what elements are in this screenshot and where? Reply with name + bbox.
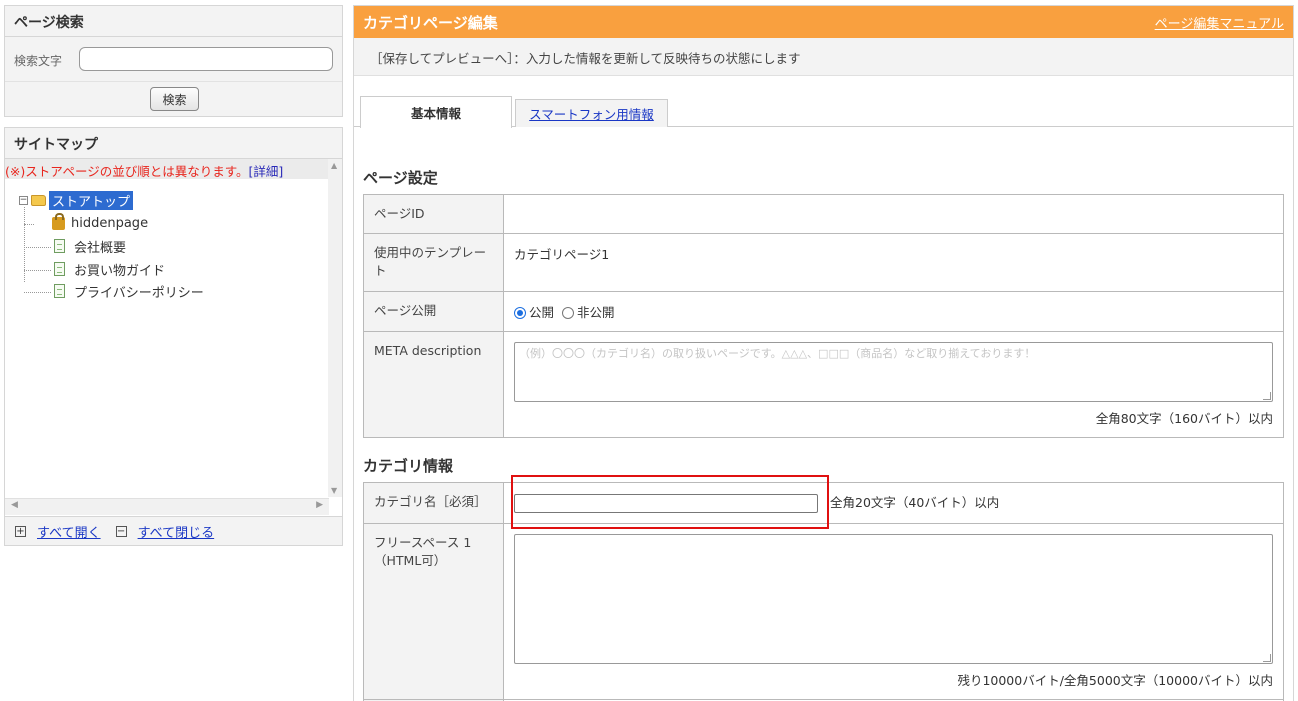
free-space-label-line1: フリースペース 1 bbox=[374, 535, 472, 550]
expand-all-link[interactable]: すべて開く bbox=[37, 522, 101, 541]
page-search-title: ページ検索 bbox=[5, 6, 342, 37]
tree-horizontal-scrollbar[interactable]: ◀ ▶ bbox=[5, 498, 329, 515]
page-icon bbox=[54, 262, 65, 276]
tab-bar: 基本情報 スマートフォン用情報 bbox=[354, 96, 1293, 128]
page-id-value bbox=[503, 194, 1284, 234]
page-settings-heading: ページ設定 bbox=[363, 169, 438, 187]
collapse-all-icon[interactable]: − bbox=[115, 525, 127, 537]
meta-placeholder: （例）〇〇〇（カテゴリ名）の取り扱いページです。△△△、□□□（商品名）など取り… bbox=[519, 347, 1036, 360]
page-icon bbox=[54, 284, 65, 298]
sitemap-detail-link[interactable]: [詳細] bbox=[248, 164, 283, 179]
page-title: カテゴリページ編集 bbox=[363, 13, 498, 32]
row-publish: ページ公開 公開 非公開 bbox=[363, 291, 1284, 332]
scroll-left-icon[interactable]: ◀ bbox=[11, 500, 18, 510]
page-settings-table: ページID 使用中のテンプレート カテゴリページ1 ページ公開 公開 非公開 M… bbox=[363, 194, 1284, 438]
tree-vertical-scrollbar[interactable]: ▲ ▼ bbox=[328, 159, 342, 497]
sitemap-panel: サイトマップ (※)ストアページの並び順とは異なります。[詳細] − ストアトッ… bbox=[4, 127, 343, 546]
publish-off-radio[interactable] bbox=[561, 307, 574, 319]
meta-cell: （例）〇〇〇（カテゴリ名）の取り扱いページです。△△△、□□□（商品名）など取り… bbox=[503, 331, 1284, 438]
page-search-panel: ページ検索 検索文字 検索 bbox=[4, 5, 343, 117]
page-id-label: ページID bbox=[363, 194, 504, 234]
tree-actions: + すべて開く − すべて閉じる bbox=[5, 516, 342, 545]
page-icon bbox=[54, 239, 65, 253]
sitemap-title: サイトマップ bbox=[5, 128, 342, 159]
scroll-right-icon[interactable]: ▶ bbox=[316, 500, 323, 510]
tab-smartphone-info[interactable]: スマートフォン用情報 bbox=[515, 99, 668, 127]
scroll-down-icon[interactable]: ▼ bbox=[331, 486, 337, 495]
expand-all-icon[interactable]: + bbox=[15, 525, 26, 537]
free-space-cell: 残り10000バイト/全角5000文字（10000バイト）以内 bbox=[503, 523, 1284, 700]
template-value: カテゴリページ1 bbox=[503, 233, 1284, 292]
free-space-label-line2: （HTML可） bbox=[374, 553, 447, 568]
category-info-heading: カテゴリ情報 bbox=[363, 457, 454, 475]
collapse-all-link[interactable]: すべて閉じる bbox=[138, 522, 215, 541]
meta-hint: 全角80文字（160バイト）以内 bbox=[1095, 411, 1273, 426]
sitemap-note-text: (※)ストアページの並び順とは異なります。 bbox=[5, 164, 249, 179]
tree-label: 会社概要 bbox=[74, 240, 127, 256]
manual-link[interactable]: ページ編集マニュアル bbox=[1155, 13, 1284, 32]
tree-item-guide[interactable]: お買い物ガイド bbox=[54, 259, 165, 279]
sitemap-tree: − ストアトップ hiddenpage 会社概要 お買い物ガイド プライバシーポ… bbox=[5, 179, 327, 501]
free-space-hint: 残り10000バイト/全角5000文字（10000バイト）以内 bbox=[957, 673, 1273, 688]
meta-description-textarea[interactable]: （例）〇〇〇（カテゴリ名）の取り扱いページです。△△△、□□□（商品名）など取り… bbox=[514, 342, 1273, 402]
category-name-hint: 全角20文字（40バイト）以内 bbox=[830, 495, 1000, 510]
publish-options: 公開 非公開 bbox=[503, 291, 1284, 332]
row-template: 使用中のテンプレート カテゴリページ1 bbox=[363, 233, 1284, 292]
scroll-up-icon[interactable]: ▲ bbox=[331, 161, 337, 170]
tree-item-store-top[interactable]: − ストアトップ bbox=[19, 190, 134, 210]
publish-label: ページ公開 bbox=[363, 291, 504, 332]
tree-label: hiddenpage bbox=[71, 215, 149, 231]
publish-off-label[interactable]: 非公開 bbox=[577, 305, 615, 320]
highlight-box bbox=[511, 475, 829, 529]
search-label: 検索文字 bbox=[14, 54, 63, 68]
category-name-label: カテゴリ名［必須］ bbox=[363, 482, 504, 524]
category-edit-panel: カテゴリページ編集 ページ編集マニュアル ［保存してプレビューへ］：入力した情報… bbox=[353, 5, 1294, 701]
tab-basic-info[interactable]: 基本情報 bbox=[360, 96, 512, 128]
search-input[interactable] bbox=[79, 47, 333, 71]
template-label: 使用中のテンプレート bbox=[363, 233, 504, 292]
free-space-textarea[interactable] bbox=[514, 534, 1273, 664]
tree-item-privacy[interactable]: プライバシーポリシー bbox=[54, 281, 204, 301]
row-free-space-1: フリースペース 1 （HTML可） 残り10000バイト/全角5000文字（10… bbox=[363, 523, 1284, 700]
free-space-label: フリースペース 1 （HTML可） bbox=[363, 523, 504, 700]
row-page-id: ページID bbox=[363, 194, 1284, 234]
preview-note: ［保存してプレビューへ］：入力した情報を更新して反映待ちの状態にします bbox=[354, 38, 1293, 76]
tree-label: お買い物ガイド bbox=[74, 263, 166, 279]
sitemap-note: (※)ストアページの並び順とは異なります。[詳細] bbox=[5, 159, 342, 179]
folder-icon bbox=[31, 194, 46, 206]
collapse-icon[interactable]: − bbox=[19, 195, 28, 205]
publish-on-label[interactable]: 公開 bbox=[529, 305, 554, 320]
search-button[interactable]: 検索 bbox=[150, 87, 199, 111]
tree-label: プライバシーポリシー bbox=[74, 285, 204, 301]
search-row: 検索文字 bbox=[5, 37, 342, 82]
main-header: カテゴリページ編集 ページ編集マニュアル bbox=[354, 6, 1293, 38]
tree-item-company[interactable]: 会社概要 bbox=[54, 236, 126, 256]
tree-label: ストアトップ bbox=[49, 190, 134, 210]
row-meta-description: META description （例）〇〇〇（カテゴリ名）の取り扱いページです… bbox=[363, 331, 1284, 438]
lock-icon bbox=[52, 212, 65, 230]
meta-label: META description bbox=[363, 331, 504, 438]
tree-item-hiddenpage[interactable]: hiddenpage bbox=[52, 212, 149, 233]
publish-on-radio[interactable] bbox=[514, 307, 526, 319]
resize-handle-icon[interactable] bbox=[1263, 392, 1271, 400]
resize-handle-icon[interactable] bbox=[1263, 654, 1271, 662]
tab-smartphone-link[interactable]: スマートフォン用情報 bbox=[529, 104, 654, 123]
